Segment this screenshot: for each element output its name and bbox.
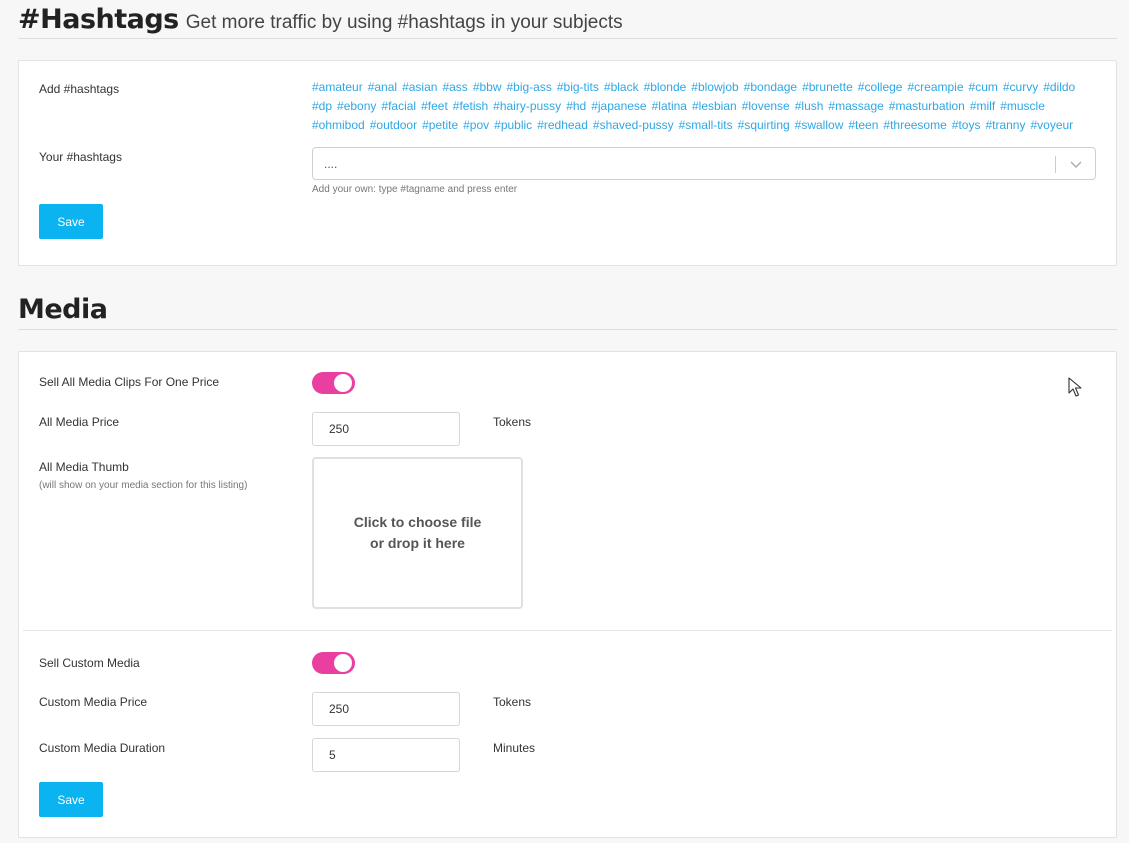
hashtag-link[interactable]: #voyeur bbox=[1030, 118, 1073, 132]
hashtag-link[interactable]: #squirting bbox=[738, 118, 790, 132]
hashtags-select[interactable]: .... bbox=[312, 147, 1096, 180]
hashtag-link[interactable]: #anal bbox=[368, 80, 397, 94]
hashtag-link[interactable]: #ass bbox=[442, 80, 467, 94]
hashtag-link[interactable]: #pov bbox=[463, 118, 489, 132]
hashtag-link[interactable]: #massage bbox=[828, 99, 883, 113]
hashtag-link[interactable]: #big-ass bbox=[507, 80, 552, 94]
hashtag-link[interactable]: #lesbian bbox=[692, 99, 737, 113]
sell-all-media-toggle[interactable] bbox=[312, 372, 355, 394]
hashtag-link[interactable]: #fetish bbox=[453, 99, 488, 113]
hashtags-heading: #Hashtags Get more traffic by using #has… bbox=[18, 0, 1117, 39]
media-card: Sell All Media Clips For One Price All M… bbox=[18, 351, 1117, 838]
thumb-dropzone[interactable]: Click to choose file or drop it here bbox=[312, 457, 523, 609]
hashtag-link[interactable]: #big-tits bbox=[557, 80, 599, 94]
custom-media-price-input[interactable]: 250 bbox=[312, 692, 460, 726]
your-hashtags-label: Your #hashtags bbox=[39, 150, 122, 164]
hashtag-link[interactable]: #facial bbox=[381, 99, 416, 113]
section-divider bbox=[23, 630, 1112, 631]
hashtags-save-button[interactable]: Save bbox=[39, 204, 103, 239]
hashtag-link[interactable]: #threesome bbox=[883, 118, 946, 132]
hashtag-link[interactable]: #dp bbox=[312, 99, 332, 113]
hashtag-link[interactable]: #tranny bbox=[985, 118, 1025, 132]
toggle-knob bbox=[334, 374, 352, 392]
hashtag-suggestions: #amateur #anal #asian #ass #bbw #big-ass #big-… bbox=[312, 78, 1102, 135]
hashtag-link[interactable]: #lush bbox=[795, 99, 824, 113]
hashtag-link[interactable]: #asian bbox=[402, 80, 437, 94]
hashtag-link[interactable]: #bondage bbox=[744, 80, 797, 94]
media-save-button[interactable]: Save bbox=[39, 782, 103, 817]
hashtag-link[interactable]: #ohmibod bbox=[312, 118, 365, 132]
hashtags-title: #Hashtags bbox=[18, 4, 179, 35]
hashtag-link[interactable]: #japanese bbox=[591, 99, 646, 113]
hashtag-link[interactable]: #hairy-pussy bbox=[493, 99, 561, 113]
hashtag-link[interactable]: #teen bbox=[848, 118, 878, 132]
hashtags-select-value: .... bbox=[324, 157, 338, 171]
media-title: Media bbox=[18, 294, 108, 325]
all-media-thumb-hint: (will show on your media section for thi… bbox=[39, 480, 248, 491]
hashtag-link[interactable]: #outdoor bbox=[370, 118, 417, 132]
hashtags-card: Add #hashtags #amateur #anal #asian #ass #bb… bbox=[18, 60, 1117, 266]
sell-custom-media-toggle[interactable] bbox=[312, 652, 355, 674]
all-media-price-input[interactable]: 250 bbox=[312, 412, 460, 446]
hashtag-link[interactable]: #public bbox=[494, 118, 532, 132]
hashtag-link[interactable]: #amateur bbox=[312, 80, 363, 94]
hashtag-link[interactable]: #black bbox=[604, 80, 639, 94]
toggle-knob bbox=[334, 654, 352, 672]
hashtag-link[interactable]: #blowjob bbox=[691, 80, 738, 94]
hashtag-link[interactable]: #dildo bbox=[1043, 80, 1075, 94]
hashtag-row-3: #ohmibod #outdoor #petite #pov #public #redhe… bbox=[312, 116, 1102, 135]
dropzone-line-1: Click to choose file bbox=[353, 514, 482, 530]
hashtag-link[interactable]: #creampie bbox=[907, 80, 963, 94]
hashtag-link[interactable]: #masturbation bbox=[889, 99, 965, 113]
hashtag-link[interactable]: #bbw bbox=[473, 80, 502, 94]
hashtag-link[interactable]: #college bbox=[858, 80, 903, 94]
hashtag-link[interactable]: #latina bbox=[652, 99, 687, 113]
custom-media-price-label: Custom Media Price bbox=[39, 695, 148, 709]
all-media-price-label: All Media Price bbox=[39, 415, 120, 429]
hashtag-row-2: #dp #ebony #facial #feet #fetish #hairy-pussy… bbox=[312, 97, 1102, 116]
hashtag-link[interactable]: #swallow bbox=[795, 118, 844, 132]
dropzone-line-2: or drop it here bbox=[370, 535, 465, 551]
hashtag-link[interactable]: #muscle bbox=[1000, 99, 1045, 113]
all-media-thumb-label: All Media Thumb bbox=[39, 460, 129, 474]
hashtag-link[interactable]: #redhead bbox=[537, 118, 588, 132]
hashtag-link[interactable]: #ebony bbox=[337, 99, 376, 113]
chevron-down-icon[interactable] bbox=[1068, 156, 1084, 172]
hashtags-select-hint: Add your own: type #tagname and press en… bbox=[312, 184, 518, 195]
all-media-price-unit: Tokens bbox=[493, 415, 532, 429]
custom-media-price-unit: Tokens bbox=[493, 695, 532, 709]
hashtag-link[interactable]: #brunette bbox=[802, 80, 853, 94]
select-separator bbox=[1055, 156, 1056, 173]
custom-media-duration-input[interactable]: 5 bbox=[312, 738, 460, 772]
hashtag-link[interactable]: #blonde bbox=[644, 80, 687, 94]
hashtag-row-1: #amateur #anal #asian #ass #bbw #big-ass #big-… bbox=[312, 78, 1102, 97]
hashtag-link[interactable]: #lovense bbox=[742, 99, 790, 113]
hashtag-link[interactable]: #milf bbox=[970, 99, 995, 113]
hashtag-link[interactable]: #feet bbox=[421, 99, 448, 113]
hashtag-link[interactable]: #toys bbox=[952, 118, 981, 132]
hashtag-link[interactable]: #cum bbox=[969, 80, 998, 94]
hashtag-link[interactable]: #shaved-pussy bbox=[593, 118, 674, 132]
sell-all-media-label: Sell All Media Clips For One Price bbox=[39, 375, 220, 389]
media-heading: Media bbox=[18, 294, 1117, 330]
custom-media-duration-unit: Minutes bbox=[493, 741, 536, 755]
hashtag-link[interactable]: #small-tits bbox=[679, 118, 733, 132]
hashtag-link[interactable]: #hd bbox=[566, 99, 586, 113]
custom-media-duration-label: Custom Media Duration bbox=[39, 741, 166, 755]
mouse-cursor-icon bbox=[1068, 377, 1082, 397]
sell-custom-media-label: Sell Custom Media bbox=[39, 656, 140, 670]
hashtag-link[interactable]: #petite bbox=[422, 118, 458, 132]
add-hashtags-label: Add #hashtags bbox=[39, 82, 120, 96]
hashtags-subtitle: Get more traffic by using #hashtags in y… bbox=[185, 12, 623, 33]
hashtag-link[interactable]: #curvy bbox=[1003, 80, 1038, 94]
